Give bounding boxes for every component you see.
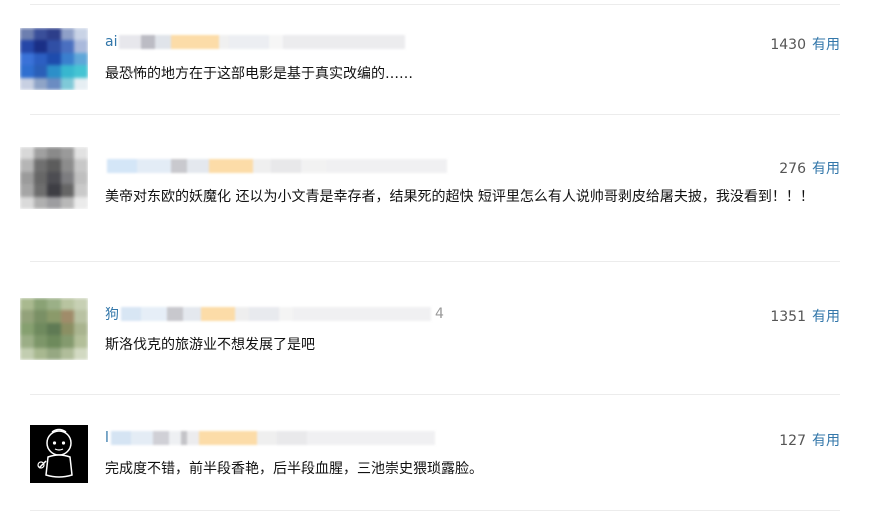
- useful-button[interactable]: 有用: [812, 309, 840, 325]
- vote-info: 276 有用: [779, 158, 840, 178]
- username-link[interactable]: 狗: [105, 304, 119, 324]
- comment-item: ai 1430 有用 最恐怖的地方在于这部电影是基于真实改编的……: [0, 5, 880, 115]
- vote-count: 1430: [770, 37, 806, 53]
- avatar[interactable]: [20, 147, 88, 209]
- vote-info: 1430 有用: [770, 34, 840, 54]
- vote-count: 127: [779, 433, 806, 449]
- redacted-username: [119, 35, 406, 49]
- useful-button[interactable]: 有用: [812, 161, 840, 177]
- vote-count: 276: [779, 161, 806, 177]
- redacted-username: [107, 159, 447, 173]
- user-info: l: [105, 430, 435, 446]
- comment-text: 最恐怖的地方在于这部电影是基于真实改编的……: [105, 66, 413, 82]
- redacted-username: [110, 431, 435, 445]
- comment-text: 完成度不错，前半段香艳，后半段血腥，三池崇史猥琐露脸。: [105, 461, 483, 477]
- avatar[interactable]: [30, 425, 88, 483]
- user-info: [105, 158, 447, 174]
- vote-info: 127 有用: [779, 430, 840, 450]
- useful-button[interactable]: 有用: [812, 37, 840, 53]
- vote-info: 1351 有用: [770, 306, 840, 326]
- cartoon-avatar-icon: [37, 428, 73, 478]
- user-info: ai: [105, 34, 406, 50]
- comment-divider: [30, 510, 840, 511]
- avatar-image: [20, 28, 88, 90]
- comment-item: l 127 有用 完成度不错，前半段香艳，后半段血腥，三池崇史猥琐露脸。: [0, 395, 880, 511]
- username-link[interactable]: ai: [105, 34, 117, 50]
- comment-text: 斯洛伐克的旅游业不想发展了是吧: [105, 337, 315, 353]
- vote-count: 1351: [770, 309, 806, 325]
- avatar[interactable]: [20, 28, 88, 90]
- redacted-username: [121, 307, 431, 321]
- username-link[interactable]: l: [105, 430, 109, 446]
- username-suffix: 4: [435, 306, 444, 322]
- useful-button[interactable]: 有用: [812, 433, 840, 449]
- comment-item: 狗 4 1351 有用 斯洛伐克的旅游业不想发展了是吧: [0, 262, 880, 395]
- comment-item: 276 有用 美帝对东欧的妖魔化 还以为小文青是幸存者，结果死的超快 短评里怎么有…: [0, 115, 880, 262]
- avatar-image: [20, 147, 88, 209]
- comment-text: 美帝对东欧的妖魔化 还以为小文青是幸存者，结果死的超快 短评里怎么有人说帅哥剥皮…: [105, 189, 814, 205]
- avatar[interactable]: [20, 298, 88, 360]
- user-info: 狗 4: [105, 304, 444, 324]
- avatar-image: [20, 298, 88, 360]
